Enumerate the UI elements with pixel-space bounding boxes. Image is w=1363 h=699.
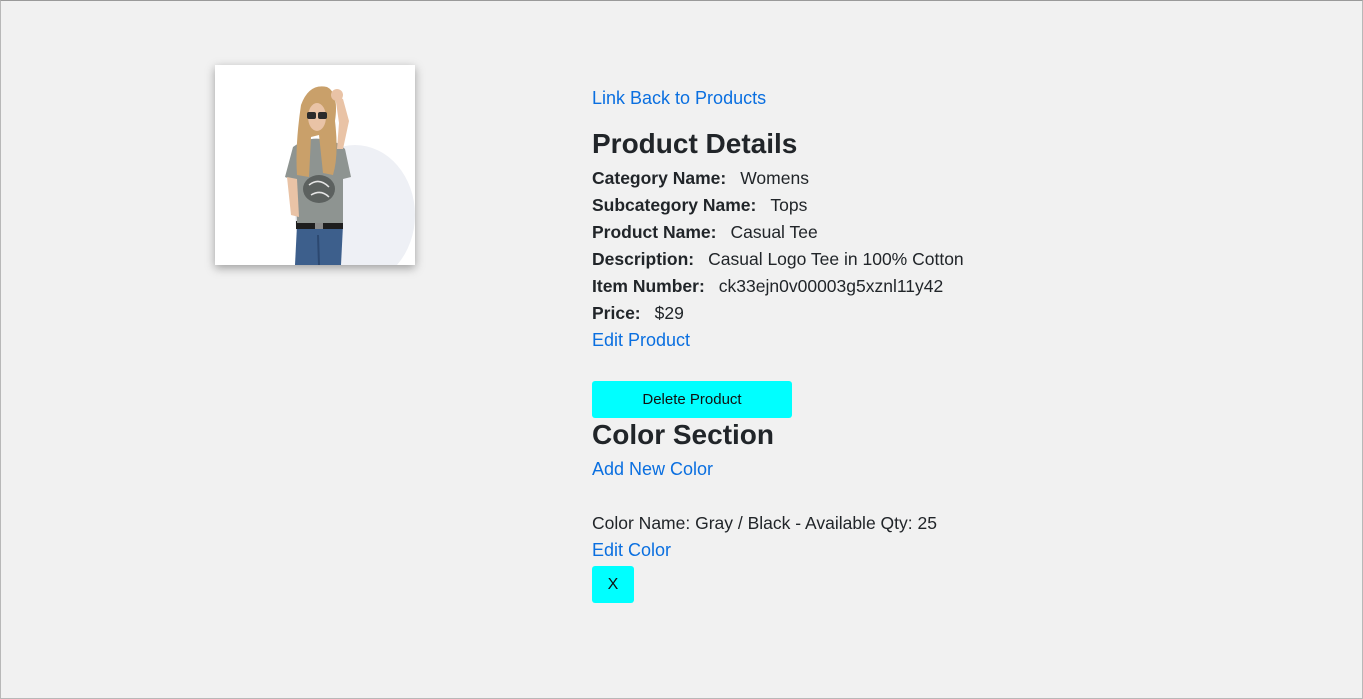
page-frame: Link Back to Products Product Details Ca…: [0, 0, 1363, 699]
detail-value: Casual Logo Tee in 100% Cotton: [708, 249, 964, 269]
detail-label: Category Name:: [592, 168, 727, 188]
detail-row-product-name: Product Name: Casual Tee: [592, 219, 1292, 246]
edit-product-link[interactable]: Edit Product: [592, 327, 1292, 354]
product-details-panel: Link Back to Products Product Details Ca…: [592, 85, 1292, 603]
color-section-title: Color Section: [592, 419, 775, 450]
color-item-text: Color Name: Gray / Black - Available Qty…: [592, 513, 937, 533]
delete-product-button[interactable]: Delete Product: [592, 381, 792, 418]
detail-row-item-number: Item Number: ck33ejn0v00003g5xznl11y42: [592, 273, 1292, 300]
product-image: [215, 65, 415, 265]
detail-label: Price:: [592, 303, 641, 323]
detail-row-subcategory: Subcategory Name: Tops: [592, 192, 1292, 219]
detail-row-description: Description: Casual Logo Tee in 100% Cott…: [592, 246, 1292, 273]
color-item: Color Name: Gray / Black - Available Qty…: [592, 510, 1292, 603]
add-new-color-link[interactable]: Add New Color: [592, 456, 1292, 483]
remove-color-button[interactable]: X: [592, 566, 634, 603]
detail-value: Tops: [770, 195, 808, 215]
back-to-products-link[interactable]: Link Back to Products: [592, 85, 1292, 112]
detail-row-category: Category Name: Womens: [592, 165, 1292, 192]
product-photo-illustration: [215, 65, 415, 265]
detail-value: ck33ejn0v00003g5xznl11y42: [718, 276, 944, 296]
detail-label: Item Number:: [592, 276, 705, 296]
detail-label: Product Name:: [592, 222, 717, 242]
detail-value: Womens: [740, 168, 809, 188]
detail-label: Description:: [592, 249, 695, 269]
detail-value: Casual Tee: [730, 222, 818, 242]
edit-color-link[interactable]: Edit Color: [592, 537, 1292, 564]
detail-label: Subcategory Name:: [592, 195, 757, 215]
detail-value: $29: [654, 303, 684, 323]
detail-row-price: Price: $29: [592, 300, 1292, 327]
product-details-title: Product Details: [592, 128, 798, 159]
